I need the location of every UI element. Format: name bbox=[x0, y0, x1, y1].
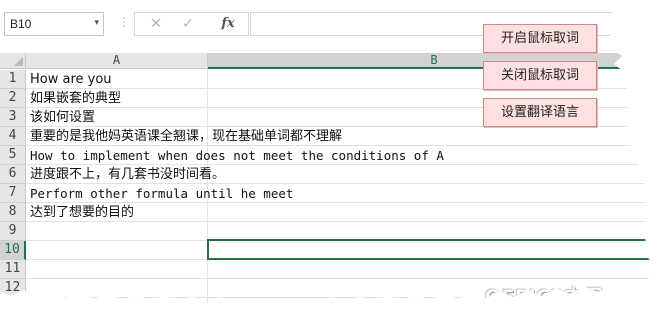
row-header[interactable]: 11 bbox=[0, 260, 26, 279]
row-header[interactable]: 7 bbox=[0, 184, 26, 203]
row-header[interactable]: 3 bbox=[0, 108, 26, 127]
row-header[interactable]: 12 bbox=[0, 279, 26, 298]
row-header[interactable]: 4 bbox=[0, 127, 26, 146]
drag-handle-icon[interactable]: ⋮ bbox=[118, 13, 130, 31]
row-header[interactable]: 2 bbox=[0, 89, 26, 108]
row-header[interactable]: 6 bbox=[0, 165, 26, 184]
cancel-icon[interactable]: ✕ bbox=[143, 15, 169, 33]
insert-function-icon[interactable]: fx bbox=[215, 15, 241, 33]
enable-mouse-lookup-button[interactable]: 开启鼠标取词 bbox=[483, 24, 597, 53]
select-all-triangle-icon bbox=[14, 57, 23, 66]
row-header[interactable]: 8 bbox=[0, 203, 26, 222]
formula-buttons: ✕ ✓ fx bbox=[134, 12, 249, 36]
selected-cell-b10[interactable] bbox=[207, 239, 654, 260]
cell-a8[interactable]: 达到了想要的目的 bbox=[30, 203, 134, 222]
column-header-a[interactable]: A bbox=[26, 53, 208, 69]
select-all-corner[interactable] bbox=[0, 53, 26, 69]
cell-a2[interactable]: 如果嵌套的典型 bbox=[30, 89, 121, 108]
row-gridline bbox=[26, 297, 654, 298]
row-gridline bbox=[26, 278, 654, 279]
enter-check-icon[interactable]: ✓ bbox=[175, 15, 201, 33]
set-translation-language-button[interactable]: 设置翻译语言 bbox=[483, 98, 597, 127]
worksheet-grid: A B 1 2 3 4 5 6 7 8 9 10 11 12 How are y… bbox=[0, 53, 654, 308]
chevron-down-icon[interactable]: ▾ bbox=[94, 18, 99, 28]
cell-a4[interactable]: 重要的是我他妈英语课全翘课，现在基础单词都不理解 bbox=[30, 127, 342, 146]
cell-a5[interactable]: How to implement when does not meet the … bbox=[30, 146, 444, 165]
name-box[interactable]: B10 ▾ bbox=[4, 12, 104, 36]
disable-mouse-lookup-button[interactable]: 关闭鼠标取词 bbox=[483, 61, 597, 90]
row-header[interactable]: 9 bbox=[0, 222, 26, 241]
row-header[interactable]: 1 bbox=[0, 70, 26, 89]
cell-a1[interactable]: How are you bbox=[30, 70, 112, 89]
cell-a6[interactable]: 进度跟不上，有几套书没时间看。 bbox=[30, 165, 225, 184]
cell-a7[interactable]: Perform other formula until he meet bbox=[30, 184, 293, 203]
watermark: OFFICE中国 bbox=[485, 286, 604, 308]
spreadsheet-window: B10 ▾ ⋮ ✕ ✓ fx A B 1 2 3 4 5 6 7 8 9 10 … bbox=[0, 0, 654, 308]
row-header[interactable]: 5 bbox=[0, 146, 26, 165]
row-header-selected[interactable]: 10 bbox=[0, 241, 26, 260]
name-box-value: B10 bbox=[10, 17, 32, 31]
formula-input[interactable] bbox=[250, 12, 654, 36]
cell-a3[interactable]: 该如何设置 bbox=[30, 108, 95, 127]
